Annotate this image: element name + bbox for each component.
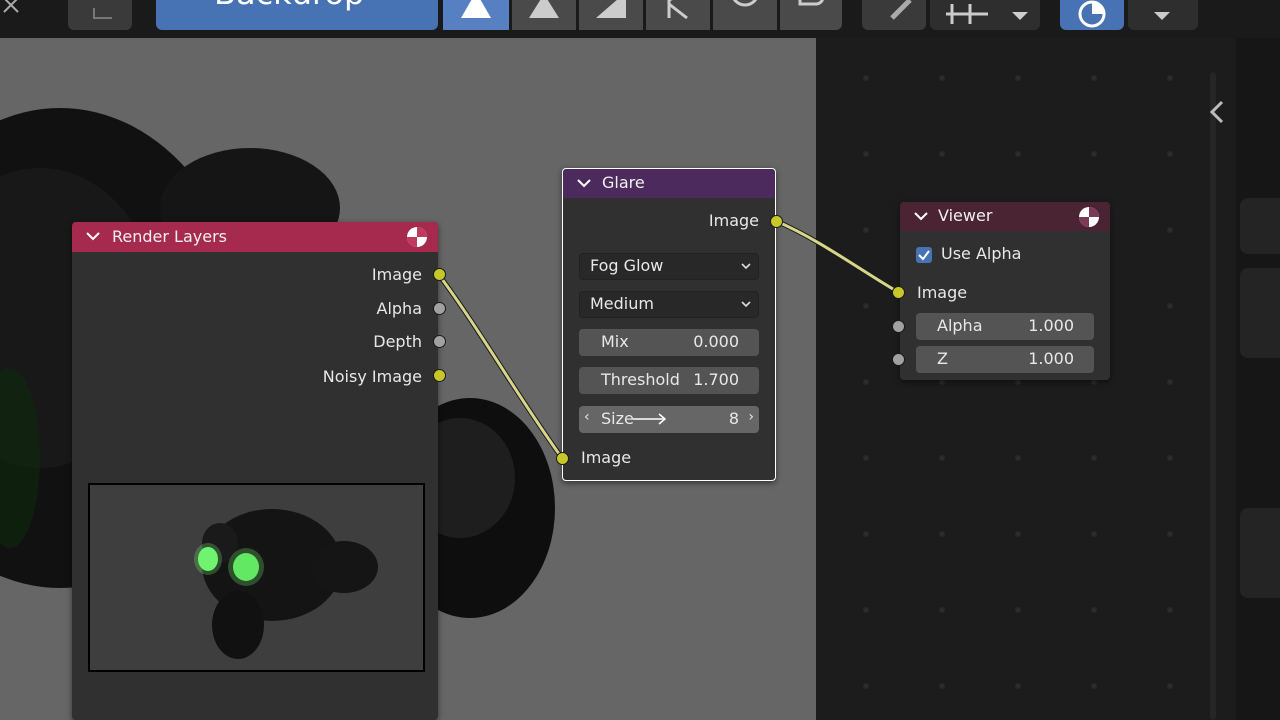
snap-grid-button[interactable] — [930, 0, 1040, 30]
viewer-node[interactable]: Viewer Use Alpha Image Alpha 1.000 Z 1.0… — [900, 202, 1110, 380]
render-layers-node[interactable]: Render Layers Image Alpha Depth Noisy Im… — [72, 222, 438, 720]
quality-dropdown[interactable]: Medium — [579, 291, 759, 318]
mix-field[interactable]: Mix 0.000 — [579, 329, 759, 356]
node-title: Render Layers — [112, 227, 227, 246]
collapse-chevron-icon[interactable] — [914, 211, 928, 221]
socket-image-out[interactable] — [433, 268, 446, 281]
socket-alpha-out[interactable] — [433, 302, 446, 315]
backdrop-b-icon[interactable] — [780, 0, 842, 30]
backdrop-label: Backdrop — [214, 0, 364, 12]
scrollbar[interactable] — [1210, 72, 1216, 720]
socket-viewer-image-in[interactable] — [892, 286, 905, 299]
output-alpha-label: Alpha — [376, 299, 423, 318]
increment-arrow-icon[interactable]: › — [748, 409, 754, 425]
backdrop-toggle-button[interactable]: Backdrop — [156, 0, 438, 30]
image-slot-button[interactable] — [68, 0, 132, 30]
overlay-dropdown[interactable] — [1128, 0, 1198, 30]
output-depth-label: Depth — [373, 332, 422, 351]
backdrop-g-icon[interactable] — [713, 0, 777, 30]
glare-header[interactable]: Glare — [563, 169, 775, 198]
output-image-label: Image — [708, 211, 759, 230]
input-image-label: Image — [581, 448, 632, 467]
pencil-icon — [890, 0, 912, 20]
socket-glare-image-out[interactable] — [770, 215, 783, 228]
viewer-header[interactable]: Viewer — [900, 202, 1110, 231]
output-noisy-image-label: Noisy Image — [322, 367, 422, 386]
render-layers-header[interactable]: Render Layers — [72, 222, 438, 252]
node-editor-header: Backdrop — [0, 0, 1280, 38]
collapse-chevron-icon[interactable] — [86, 231, 100, 241]
threshold-field[interactable]: Threshold 1.700 — [579, 367, 759, 394]
backdrop-rgb-icon[interactable] — [443, 0, 509, 30]
node-title: Glare — [602, 173, 645, 192]
grid-icon — [946, 4, 1028, 24]
z-field[interactable]: Z 1.000 — [916, 346, 1094, 373]
render-icon[interactable] — [1078, 206, 1100, 228]
image-icon — [93, 8, 112, 19]
use-alpha-label: Use Alpha — [941, 244, 1022, 263]
socket-depth-out[interactable] — [433, 335, 446, 348]
socket-viewer-z-in[interactable] — [892, 353, 905, 366]
close-icon[interactable] — [0, 0, 30, 18]
size-field[interactable]: ‹ Size 8 › — [579, 406, 759, 433]
glare-node[interactable]: Glare Image Fog Glow Medium Mix 0.000 Th… — [562, 168, 776, 481]
render-preview — [88, 483, 425, 672]
chevron-left-icon[interactable] — [1204, 98, 1228, 126]
overlay-icon — [1078, 0, 1106, 28]
chevron-down-icon — [1154, 12, 1170, 20]
overlay-button[interactable] — [1060, 0, 1124, 30]
decrement-arrow-icon[interactable]: ‹ — [584, 409, 590, 425]
socket-glare-image-in[interactable] — [556, 452, 569, 465]
use-alpha-checkbox[interactable] — [916, 247, 932, 263]
backdrop-r-icon[interactable] — [646, 0, 710, 30]
chevron-down-icon — [741, 301, 751, 308]
glare-type-dropdown[interactable]: Fog Glow — [579, 253, 759, 280]
horizontal-resize-cursor-icon — [633, 413, 667, 425]
chevron-down-icon — [741, 263, 751, 270]
annotate-button[interactable] — [862, 0, 926, 30]
input-image-label: Image — [917, 283, 968, 302]
monkey-preview-image — [194, 509, 378, 659]
socket-noisy-image-out[interactable] — [433, 369, 446, 382]
render-icon[interactable] — [406, 226, 428, 248]
output-image-label: Image — [371, 265, 422, 284]
socket-viewer-alpha-in[interactable] — [892, 320, 905, 333]
collapse-chevron-icon[interactable] — [577, 178, 591, 188]
node-title: Viewer — [938, 206, 993, 225]
backdrop-alpha-icon[interactable] — [512, 0, 576, 30]
backdrop-channel-icon[interactable] — [579, 0, 643, 30]
sidebar-tabs[interactable] — [1236, 38, 1280, 720]
checkmark-icon — [918, 250, 930, 261]
alpha-field[interactable]: Alpha 1.000 — [916, 313, 1094, 340]
